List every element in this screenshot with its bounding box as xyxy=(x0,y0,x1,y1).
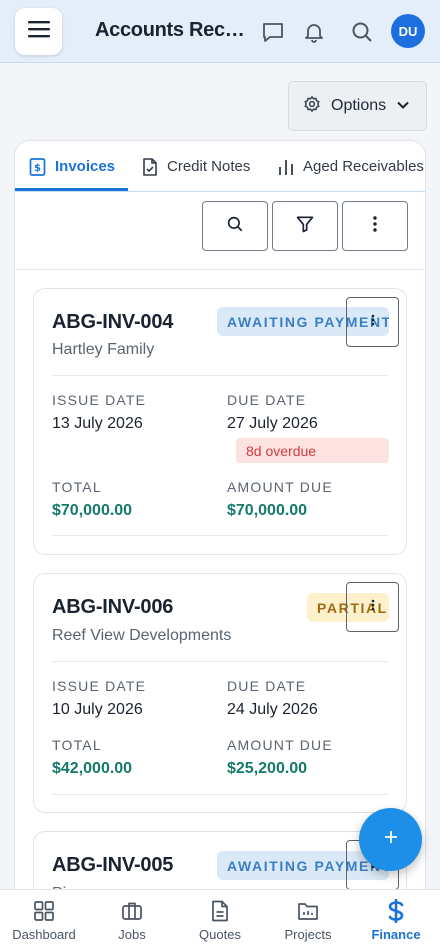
total-label: TOTAL xyxy=(52,479,102,495)
list-toolbar xyxy=(15,192,425,270)
nav-label: Dashboard xyxy=(12,927,76,942)
divider xyxy=(52,661,388,662)
briefcase-icon xyxy=(121,899,143,923)
search-icon[interactable] xyxy=(349,19,375,45)
document-icon xyxy=(210,899,230,923)
due-date-label: DUE DATE xyxy=(227,392,307,408)
filter-icon xyxy=(295,214,315,239)
add-invoice-button[interactable] xyxy=(359,808,422,871)
divider xyxy=(52,794,388,795)
invoice-icon: $ xyxy=(29,157,46,176)
nav-label: Finance xyxy=(371,927,421,942)
total-value: $70,000.00 xyxy=(52,502,133,519)
invoice-number: ABG-INV-005 xyxy=(52,854,174,876)
nav-label: Projects xyxy=(284,927,332,942)
tab-aged-receivables[interactable]: Aged Receivables xyxy=(278,141,424,192)
options-button[interactable]: Options xyxy=(288,81,427,131)
hamburger-icon xyxy=(27,20,50,43)
total-label: TOTAL xyxy=(52,737,102,753)
client-name: Hartley Family xyxy=(52,341,155,358)
options-label: Options xyxy=(331,97,387,114)
dollar-icon xyxy=(387,899,405,923)
nav-item-projects[interactable]: Projects xyxy=(264,890,352,952)
page-title: Accounts Receivable xyxy=(95,19,255,41)
tab-credit-notes[interactable]: Credit Notes xyxy=(142,141,250,192)
tab-invoices[interactable]: $ Invoices xyxy=(29,141,115,192)
gear-icon xyxy=(303,95,321,118)
chevron-down-icon xyxy=(396,98,410,117)
tab-label: Aged Receivables xyxy=(303,158,424,175)
invoice-card[interactable]: ABG-INV-006 Reef View Developments PARTI… xyxy=(33,573,407,813)
amount-due-value: $25,200.00 xyxy=(227,760,308,777)
menu-button[interactable] xyxy=(15,8,62,55)
tab-label: Credit Notes xyxy=(167,158,251,175)
filter-button[interactable] xyxy=(272,201,338,251)
credit-note-icon xyxy=(142,157,158,176)
tab-label: Invoices xyxy=(55,158,116,175)
nav-label: Quotes xyxy=(199,927,241,942)
amount-due-value: $70,000.00 xyxy=(227,502,308,519)
nav-item-dashboard[interactable]: Dashboard xyxy=(0,890,88,952)
bottom-navigation: Dashboard Jobs Quotes Projects Finance xyxy=(0,889,440,952)
more-vertical-icon xyxy=(370,598,376,617)
issue-date-value: 13 July 2026 xyxy=(52,415,143,432)
active-tab-indicator xyxy=(15,188,128,191)
bell-icon[interactable] xyxy=(301,19,327,45)
nav-item-finance[interactable]: Finance xyxy=(352,890,440,952)
divider xyxy=(52,375,388,376)
client-name: Reef View Developments xyxy=(52,627,232,644)
amount-due-label: AMOUNT DUE xyxy=(227,479,333,495)
folder-icon xyxy=(297,899,319,923)
avatar[interactable]: DU xyxy=(391,14,425,48)
bar-chart-icon xyxy=(278,158,294,176)
more-options-button[interactable] xyxy=(342,201,408,251)
invoice-number: ABG-INV-006 xyxy=(52,596,174,618)
card-menu-button[interactable] xyxy=(346,582,399,632)
more-vertical-icon xyxy=(370,313,376,332)
search-icon xyxy=(226,215,244,238)
more-vertical-icon xyxy=(372,215,378,238)
nav-label: Jobs xyxy=(118,927,146,942)
amount-due-label: AMOUNT DUE xyxy=(227,737,333,753)
chat-icon[interactable] xyxy=(260,19,286,45)
plus-icon xyxy=(383,829,399,850)
invoice-number: ABG-INV-004 xyxy=(52,311,174,333)
app-header: Accounts Receivable DU xyxy=(0,0,440,63)
divider xyxy=(52,535,388,536)
card-menu-button[interactable] xyxy=(346,297,399,347)
total-value: $42,000.00 xyxy=(52,760,133,777)
search-button[interactable] xyxy=(202,201,268,251)
dashboard-icon xyxy=(33,899,55,923)
issue-date-label: ISSUE DATE xyxy=(52,392,147,408)
invoice-card[interactable]: ABG-INV-004 Hartley Family AWAITING PAYM… xyxy=(33,288,407,555)
nav-item-quotes[interactable]: Quotes xyxy=(176,890,264,952)
nav-item-jobs[interactable]: Jobs xyxy=(88,890,176,952)
overdue-badge: 8d overdue xyxy=(236,438,389,463)
svg-text:$: $ xyxy=(34,163,41,174)
due-date-label: DUE DATE xyxy=(227,678,307,694)
issue-date-value: 10 July 2026 xyxy=(52,701,143,718)
tab-bar: $ Invoices Credit Notes Aged Receivables xyxy=(15,141,425,192)
due-date-value: 24 July 2026 xyxy=(227,701,318,718)
issue-date-label: ISSUE DATE xyxy=(52,678,147,694)
due-date-value: 27 July 2026 xyxy=(227,415,318,432)
